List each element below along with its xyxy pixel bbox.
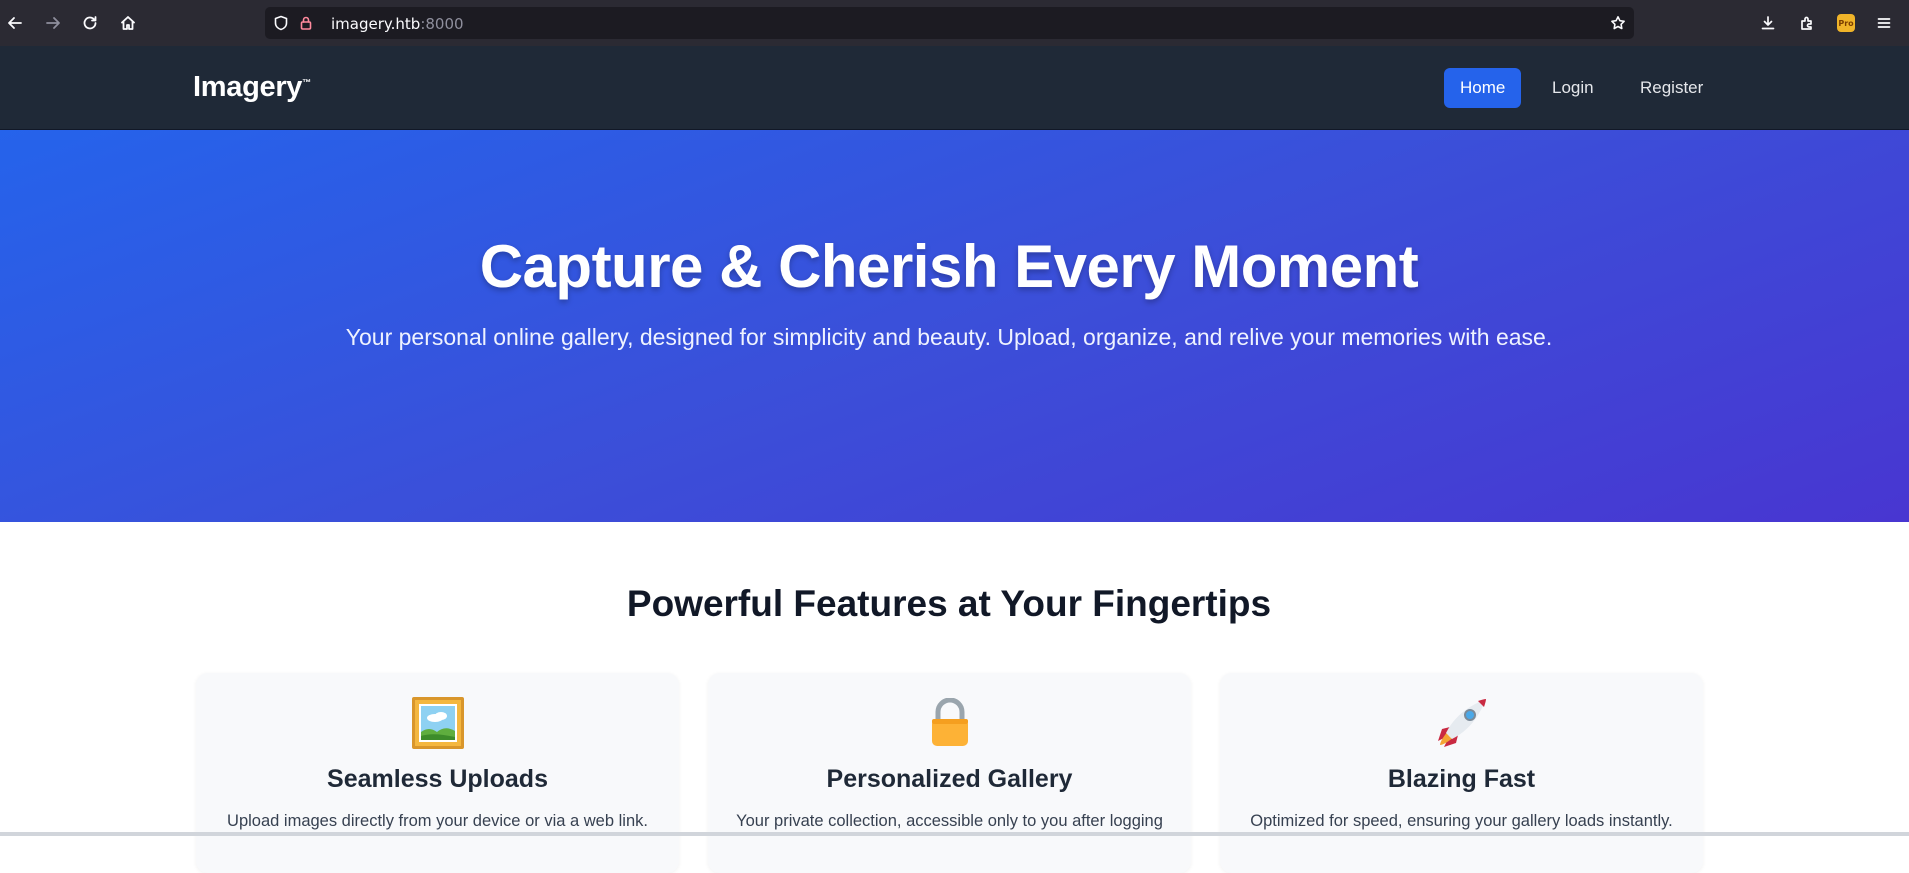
extensions-icon[interactable] [1797, 12, 1817, 34]
insecure-lock-icon[interactable] [298, 15, 314, 31]
feature-card-desc: Your private collection, accessible only… [736, 812, 1163, 830]
reload-icon[interactable] [78, 11, 102, 35]
back-arrow-icon[interactable] [3, 11, 27, 35]
lock-icon [708, 695, 1191, 751]
app-menu-icon[interactable] [1874, 12, 1894, 34]
extension-badge-label: Pro [1837, 14, 1855, 32]
site-logo[interactable]: Imagery™ [193, 71, 311, 104]
url-host: imagery.htb [331, 15, 421, 33]
hero-title: Capture & Cherish Every Moment [479, 233, 1419, 300]
url-port: :8000 [420, 15, 464, 33]
shield-icon[interactable] [273, 15, 289, 31]
nav-register-link[interactable]: Register [1624, 68, 1719, 108]
address-bar[interactable]: imagery.htb:8000 [265, 7, 1634, 39]
framed-picture-icon [196, 695, 679, 751]
feature-card-gallery: Personalized Gallery Your private collec… [708, 673, 1191, 873]
home-icon[interactable] [116, 11, 140, 35]
feature-card-title: Seamless Uploads [327, 765, 548, 793]
downloads-icon[interactable] [1758, 12, 1778, 34]
logo-trademark: ™ [302, 77, 311, 88]
forward-arrow-icon[interactable] [41, 11, 65, 35]
hero-section: Capture & Cherish Every Moment Your pers… [0, 130, 1909, 522]
rocket-icon [1220, 695, 1703, 751]
feature-card-desc: Optimized for speed, ensuring your galle… [1250, 812, 1673, 830]
hero-subtitle: Your personal online gallery, designed f… [345, 324, 1553, 350]
feature-card-fast: Blazing Fast Optimized for speed, ensuri… [1220, 673, 1703, 873]
features-heading: Powerful Features at Your Fingertips [626, 583, 1272, 624]
feature-card-title: Personalized Gallery [826, 765, 1073, 793]
url-text[interactable]: imagery.htb:8000 [331, 15, 464, 33]
nav-home-link[interactable]: Home [1444, 68, 1522, 108]
feature-card-title: Blazing Fast [1387, 765, 1536, 793]
viewport-bottom-edge [0, 832, 1909, 836]
logo-text: Imagery [193, 71, 303, 103]
bookmark-star-icon[interactable] [1610, 15, 1626, 31]
browser-toolbar: imagery.htb:8000 Pro [0, 0, 1909, 46]
nav-login-link[interactable]: Login [1536, 68, 1610, 108]
extension-badge-icon[interactable]: Pro [1836, 12, 1856, 34]
feature-card-uploads: Seamless Uploads Upload images directly … [196, 673, 679, 873]
site-header: Imagery™ Home Login Register [0, 46, 1909, 130]
feature-card-desc: Upload images directly from your device … [227, 812, 648, 830]
